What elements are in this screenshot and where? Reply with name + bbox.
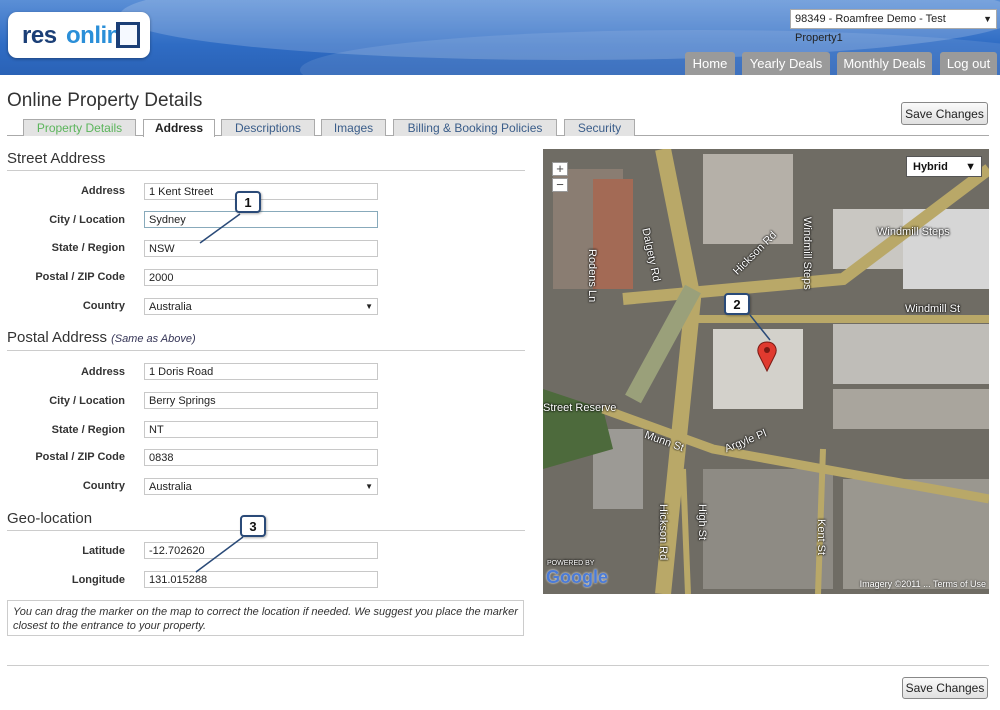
callout-2: 2 (724, 293, 750, 315)
callout-3: 3 (240, 515, 266, 537)
footer-divider (7, 665, 989, 666)
callout-1: 1 (235, 191, 261, 213)
save-changes-button-bottom[interactable]: Save Changes (902, 677, 988, 699)
callout-leaders (195, 213, 771, 573)
